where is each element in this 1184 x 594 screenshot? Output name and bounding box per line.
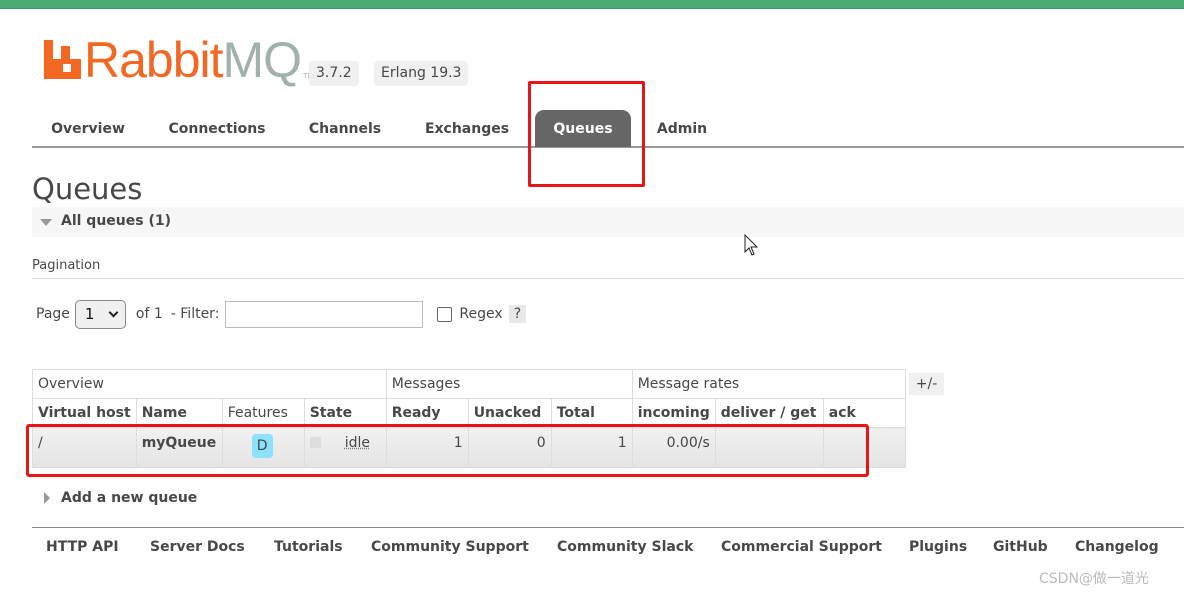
col-ack[interactable]: ack	[822, 398, 906, 428]
filter-label: - Filter:	[170, 306, 220, 322]
cell-ready: 1	[385, 427, 469, 468]
page-title: Queues	[32, 172, 143, 206]
state-indicator-icon	[309, 437, 321, 448]
cell-unacked: 0	[467, 427, 552, 468]
group-overview: Overview	[32, 369, 387, 399]
col-features: Features	[221, 398, 305, 428]
footer-divider	[32, 527, 1184, 528]
rabbitmq-logo[interactable]: RabbitMQ TM	[44, 32, 313, 88]
regex-label: Regex	[459, 306, 503, 322]
page-count-label: of 1	[135, 306, 163, 322]
cell-incoming: 0.00/s	[631, 427, 716, 468]
erlang-version-badge: Erlang 19.3	[374, 61, 469, 86]
footer-link-plugins[interactable]: Plugins	[909, 539, 967, 555]
col-total[interactable]: Total	[550, 398, 633, 428]
top-bar	[0, 0, 1184, 9]
footer-link-tutorials[interactable]: Tutorials	[274, 539, 343, 555]
all-queues-section-toggle[interactable]: All queues (1)	[32, 207, 1184, 237]
regex-help-button[interactable]: ?	[508, 305, 527, 323]
tab-channels[interactable]: Channels	[298, 110, 392, 147]
footer-link-server-docs[interactable]: Server Docs	[150, 539, 245, 555]
chevron-down-icon	[108, 307, 119, 317]
expand-triangle-icon	[44, 492, 50, 504]
watermark: CSDN@做一道光	[1039, 571, 1149, 587]
footer-link-http-api[interactable]: HTTP API	[46, 539, 119, 555]
mouse-cursor-icon	[744, 234, 759, 256]
cell-state: idle	[303, 427, 387, 468]
cell-ack	[822, 427, 906, 468]
col-incoming[interactable]: incoming	[631, 398, 716, 428]
footer-link-community-slack[interactable]: Community Slack	[557, 539, 693, 555]
footer-link-community-support[interactable]: Community Support	[371, 539, 529, 555]
queue-name-link[interactable]: myQueue	[135, 427, 223, 468]
section-label: All queues (1)	[61, 213, 171, 229]
footer-link-changelog[interactable]: Changelog	[1075, 539, 1159, 555]
column-group-row: Overview Messages Message rates	[32, 369, 906, 399]
cell-total: 1	[550, 427, 633, 468]
cell-features: D	[221, 427, 305, 468]
col-deliver-get[interactable]: deliver / get	[714, 398, 824, 428]
col-state[interactable]: State	[303, 398, 387, 428]
pagination-divider	[32, 278, 1184, 279]
tab-connections[interactable]: Connections	[158, 110, 276, 147]
add-queue-label: Add a new queue	[61, 490, 198, 506]
footer-link-commercial-support[interactable]: Commercial Support	[721, 539, 882, 555]
durable-feature-badge: D	[251, 434, 273, 458]
col-virtual-host[interactable]: Virtual host	[32, 398, 137, 428]
pagination-controls: Page 1 of 1 - Filter: Regex ?	[36, 299, 527, 329]
logo-wordmark: RabbitMQ	[84, 32, 302, 88]
add-queue-toggle[interactable]: Add a new queue	[44, 490, 197, 506]
tab-overview[interactable]: Overview	[40, 110, 136, 147]
rabbit-logo-icon	[44, 40, 81, 79]
collapse-triangle-icon	[40, 219, 52, 226]
toggle-columns-button[interactable]: +/-	[909, 373, 944, 395]
table-row[interactable]: / myQueue D idle 1 0 1 0.00/s	[32, 427, 906, 468]
tab-exchanges[interactable]: Exchanges	[414, 110, 520, 147]
group-messages: Messages	[385, 369, 633, 399]
cell-vhost: /	[32, 427, 137, 468]
footer-link-github[interactable]: GitHub	[993, 539, 1048, 555]
col-ready[interactable]: Ready	[385, 398, 469, 428]
page-select[interactable]: 1	[74, 299, 126, 329]
page-select-value: 1	[84, 305, 95, 323]
col-unacked[interactable]: Unacked	[467, 398, 552, 428]
page-label: Page	[36, 306, 70, 322]
tab-queues[interactable]: Queues	[535, 110, 631, 147]
filter-input[interactable]	[225, 300, 424, 328]
main-nav-tabs: Overview Connections Channels Exchanges …	[32, 110, 1184, 148]
group-message-rates: Message rates	[631, 369, 906, 399]
version-badge: 3.7.2	[309, 61, 359, 86]
pagination-title: Pagination	[32, 258, 101, 273]
tab-admin[interactable]: Admin	[646, 110, 718, 147]
column-header-row: Virtual host Name Features State Ready U…	[32, 398, 906, 428]
cell-deliver-get	[714, 427, 824, 468]
queues-table: Overview Messages Message rates Virtual …	[32, 369, 906, 468]
col-name[interactable]: Name	[135, 398, 223, 428]
regex-checkbox[interactable]	[437, 306, 453, 322]
state-text: idle	[344, 435, 370, 451]
